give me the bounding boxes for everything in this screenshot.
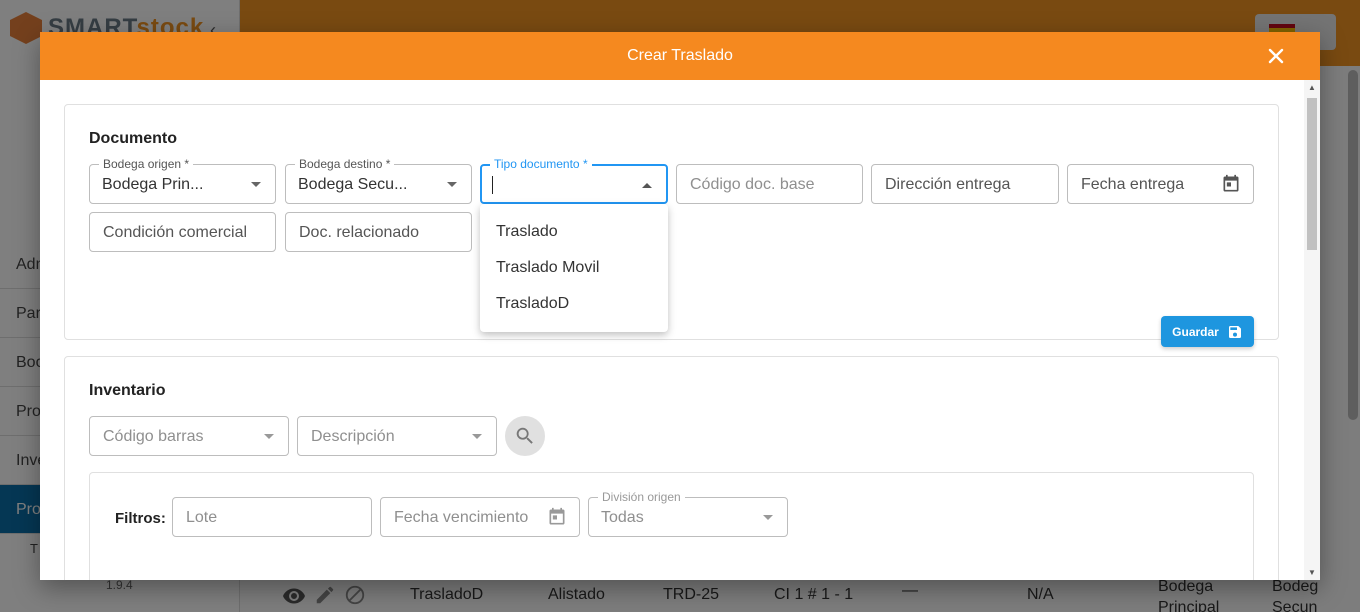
filters-panel: Filtros: Lote Fecha vencimiento División… [89, 472, 1254, 580]
division-origen-label: División origen [598, 490, 685, 504]
bodega-origen-label: Bodega origen * [99, 157, 194, 171]
calendar-icon[interactable] [547, 507, 567, 527]
direccion-entrega-placeholder: Dirección entrega [885, 176, 1011, 193]
dialog-scroll-thumb[interactable] [1307, 98, 1317, 250]
dialog-scrollbar[interactable]: ▲ ▼ [1304, 80, 1320, 580]
chevron-down-icon [251, 182, 261, 187]
save-button[interactable]: Guardar [1161, 316, 1254, 347]
division-origen-select[interactable]: División origen Todas [588, 490, 788, 537]
bodega-destino-select[interactable]: Bodega destino * Bodega Secu... [285, 157, 472, 204]
calendar-icon[interactable] [1221, 174, 1241, 194]
dialog-title: Crear Traslado [627, 47, 733, 64]
scroll-down-icon[interactable]: ▼ [1308, 568, 1316, 577]
tipo-documento-select[interactable]: Tipo documento * [480, 157, 668, 204]
chevron-up-icon [642, 183, 652, 188]
option-traslado-movil[interactable]: Traslado Movil [480, 250, 668, 286]
codigo-doc-base-input[interactable]: Código doc. base [676, 164, 863, 204]
text-cursor [492, 176, 493, 194]
bodega-destino-value: Bodega Secu... [298, 176, 408, 193]
search-button[interactable] [505, 416, 545, 456]
doc-relacionado-input[interactable]: Doc. relacionado [285, 212, 472, 252]
condicion-comercial-input[interactable]: Condición comercial [89, 212, 276, 252]
chevron-down-icon [447, 182, 457, 187]
save-icon [1228, 325, 1241, 338]
chevron-down-icon [472, 434, 482, 439]
bodega-destino-label: Bodega destino * [295, 157, 395, 171]
fecha-entrega-input[interactable]: Fecha entrega [1067, 164, 1254, 204]
close-icon[interactable] [1264, 44, 1288, 68]
fecha-entrega-placeholder: Fecha entrega [1081, 176, 1185, 193]
scroll-up-icon[interactable]: ▲ [1308, 83, 1316, 92]
option-traslado[interactable]: Traslado [480, 214, 668, 250]
direccion-entrega-input[interactable]: Dirección entrega [871, 164, 1059, 204]
dialog-body: Documento Bodega origen * Bodega Prin...… [40, 80, 1304, 580]
documento-title: Documento [89, 130, 177, 147]
tipo-documento-dropdown: Traslado Traslado Movil TrasladoD [480, 204, 668, 332]
fecha-vencimiento-input[interactable]: Fecha vencimiento [380, 497, 580, 537]
dialog-header: Crear Traslado [40, 32, 1320, 80]
save-button-label: Guardar [1172, 324, 1219, 339]
inventario-title: Inventario [89, 382, 166, 399]
codigo-barras-select[interactable]: Código barras [89, 416, 289, 456]
doc-relacionado-placeholder: Doc. relacionado [299, 224, 420, 241]
bodega-origen-value: Bodega Prin... [102, 176, 204, 193]
division-origen-value: Todas [601, 509, 644, 526]
lote-placeholder: Lote [186, 509, 218, 526]
chevron-down-icon [264, 434, 274, 439]
filters-label: Filtros: [115, 510, 166, 527]
codigo-doc-base-placeholder: Código doc. base [690, 176, 815, 193]
condicion-comercial-placeholder: Condición comercial [103, 224, 248, 241]
option-trasladod[interactable]: TrasladoD [480, 286, 668, 322]
search-icon [516, 427, 533, 444]
codigo-barras-placeholder: Código barras [103, 428, 204, 445]
fecha-vencimiento-placeholder: Fecha vencimiento [394, 509, 529, 526]
tipo-documento-label: Tipo documento * [490, 157, 592, 171]
create-transfer-dialog: Crear Traslado Documento Bodega origen *… [40, 32, 1320, 580]
descripcion-select[interactable]: Descripción [297, 416, 497, 456]
bodega-origen-select[interactable]: Bodega origen * Bodega Prin... [89, 157, 276, 204]
chevron-down-icon [763, 515, 773, 520]
descripcion-placeholder: Descripción [311, 428, 395, 445]
lote-input[interactable]: Lote [172, 497, 372, 537]
